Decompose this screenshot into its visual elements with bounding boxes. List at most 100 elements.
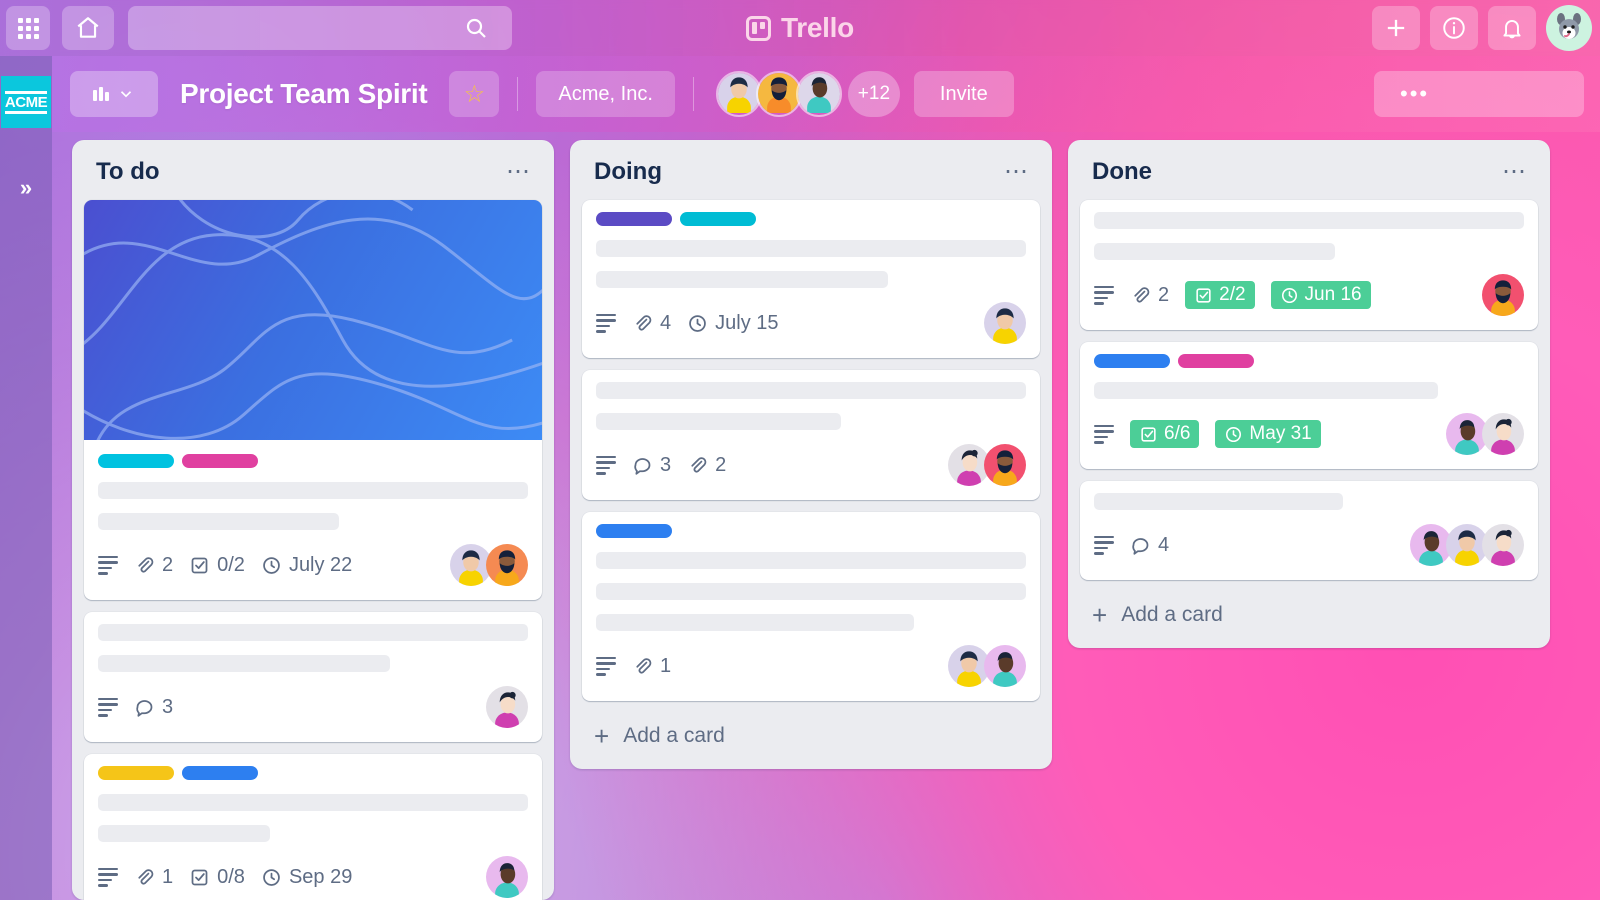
card[interactable]: 6/6 May 31 bbox=[1080, 342, 1538, 469]
card-label[interactable] bbox=[680, 212, 756, 226]
card[interactable]: 2 2/2 Jun 16 bbox=[1080, 200, 1538, 330]
add-card-button[interactable]: + Add a card bbox=[582, 701, 1040, 757]
attachment-badge: 2 bbox=[1130, 284, 1169, 307]
list-todo: To do ⋯ 2 0/2 July 22 3 1 0/8 Sep 29 bbox=[72, 140, 554, 900]
attachment-count: 2 bbox=[715, 453, 727, 476]
card[interactable]: 1 bbox=[582, 512, 1040, 701]
card[interactable]: 1 0/8 Sep 29 bbox=[84, 754, 542, 900]
avatar[interactable] bbox=[984, 302, 1026, 344]
list-actions-icon[interactable]: ⋯ bbox=[506, 160, 532, 184]
card[interactable]: 3 bbox=[84, 612, 542, 742]
plus-icon[interactable] bbox=[1372, 6, 1420, 50]
workspace-sidebar-rail: ACME » bbox=[0, 56, 52, 900]
card-title-placeholder bbox=[98, 513, 339, 530]
members-overflow-count[interactable]: +12 bbox=[847, 71, 900, 117]
card-title-placeholder bbox=[1094, 493, 1344, 510]
invite-button[interactable]: Invite bbox=[913, 71, 1014, 117]
add-card-button[interactable]: + Add a card bbox=[1080, 580, 1538, 636]
avatar[interactable] bbox=[486, 686, 528, 728]
card[interactable]: 4 bbox=[1080, 481, 1538, 580]
card-label[interactable] bbox=[1094, 354, 1170, 368]
description-icon bbox=[1094, 285, 1114, 305]
board-header: Project Team Spirit ☆ Acme, Inc. +12 Inv… bbox=[52, 56, 1600, 132]
description-icon bbox=[1094, 424, 1114, 444]
card-label[interactable] bbox=[98, 766, 174, 780]
organization-button[interactable]: Acme, Inc. bbox=[536, 71, 675, 117]
card-title-placeholder bbox=[596, 552, 1026, 569]
board-view-switcher[interactable] bbox=[70, 71, 158, 117]
description-icon bbox=[98, 867, 118, 887]
search-input[interactable] bbox=[128, 6, 512, 50]
info-icon[interactable] bbox=[1430, 6, 1478, 50]
double-chevron-right-icon[interactable]: » bbox=[0, 168, 52, 208]
add-card-label: Add a card bbox=[1121, 603, 1223, 626]
avatar[interactable] bbox=[1482, 524, 1524, 566]
card-label[interactable] bbox=[596, 212, 672, 226]
avatar[interactable] bbox=[1482, 413, 1524, 455]
list-actions-icon[interactable]: ⋯ bbox=[1502, 160, 1528, 184]
comment-count: 3 bbox=[660, 453, 672, 476]
workspace-logo[interactable]: ACME bbox=[1, 76, 51, 128]
card-members bbox=[450, 544, 528, 586]
comment-badge: 3 bbox=[632, 454, 671, 477]
card-badges: 4 bbox=[1094, 524, 1524, 566]
card-label[interactable] bbox=[98, 454, 174, 468]
chevron-down-icon bbox=[120, 91, 132, 98]
list-done: Done ⋯ 2 2/2 Jun 16 6/6 May 31 4 + Add a… bbox=[1068, 140, 1550, 648]
card-label[interactable] bbox=[596, 524, 672, 538]
avatar[interactable] bbox=[486, 856, 528, 898]
due-date-text: Sep 29 bbox=[288, 865, 353, 888]
due-date-badge: July 15 bbox=[687, 311, 779, 335]
attachment-count: 2 bbox=[162, 553, 174, 576]
card-badges: 2 0/2 July 22 bbox=[98, 544, 528, 586]
card[interactable]: 3 2 bbox=[582, 370, 1040, 500]
card-list: 2 0/2 July 22 3 1 0/8 Sep 29 bbox=[84, 200, 542, 900]
description-icon bbox=[98, 555, 118, 575]
due-date-text: July 15 bbox=[715, 311, 779, 334]
list-actions-icon[interactable]: ⋯ bbox=[1004, 160, 1030, 184]
card-label[interactable] bbox=[182, 766, 258, 780]
bell-icon[interactable] bbox=[1488, 6, 1536, 50]
account-avatar[interactable] bbox=[1546, 5, 1592, 51]
card-badges: 6/6 May 31 bbox=[1094, 413, 1524, 455]
avatar[interactable] bbox=[486, 544, 528, 586]
card-title-placeholder bbox=[596, 240, 1026, 257]
plus-icon: + bbox=[594, 721, 610, 751]
board-menu-button[interactable]: ••• bbox=[1374, 71, 1584, 117]
board-menu-dots: ••• bbox=[1400, 81, 1430, 106]
plus-icon: + bbox=[1092, 600, 1108, 630]
card-members bbox=[1446, 413, 1524, 455]
card-label[interactable] bbox=[182, 454, 258, 468]
due-date-text: July 22 bbox=[288, 553, 353, 576]
card-members bbox=[1482, 274, 1524, 316]
avatar[interactable] bbox=[984, 645, 1026, 687]
attachment-count: 4 bbox=[660, 311, 672, 334]
due-date-badge: July 22 bbox=[261, 554, 352, 577]
card-members bbox=[984, 302, 1026, 344]
card-title-placeholder bbox=[1094, 212, 1524, 229]
apps-grid-icon[interactable] bbox=[6, 6, 50, 50]
comment-count: 4 bbox=[1158, 533, 1170, 556]
card-badges: 3 2 bbox=[596, 444, 1026, 486]
card-list: 4 July 15 3 2 1 bbox=[582, 200, 1040, 701]
home-icon[interactable] bbox=[62, 6, 114, 50]
attachment-count: 2 bbox=[1158, 283, 1170, 306]
board-members bbox=[715, 71, 842, 117]
card[interactable]: 2 0/2 July 22 bbox=[84, 200, 542, 600]
card-title-placeholder bbox=[1094, 243, 1335, 260]
due-date-complete-badge: Jun 16 bbox=[1270, 281, 1371, 309]
top-bar-actions bbox=[1372, 0, 1592, 56]
card-title-placeholder bbox=[596, 271, 889, 288]
card-labels bbox=[98, 766, 528, 780]
board-canvas: To do ⋯ 2 0/2 July 22 3 1 0/8 Sep 29 Doi… bbox=[52, 132, 1600, 900]
star-icon[interactable]: ☆ bbox=[449, 71, 500, 117]
card[interactable]: 4 July 15 bbox=[582, 200, 1040, 358]
due-date-text: Jun 16 bbox=[1304, 284, 1362, 305]
avatar[interactable] bbox=[795, 71, 842, 117]
card-label[interactable] bbox=[1178, 354, 1254, 368]
card-members bbox=[486, 686, 528, 728]
avatar[interactable] bbox=[984, 444, 1026, 486]
workspace-logo-text: ACME bbox=[4, 90, 48, 114]
avatar[interactable] bbox=[1482, 274, 1524, 316]
card-title-placeholder bbox=[596, 382, 1026, 399]
